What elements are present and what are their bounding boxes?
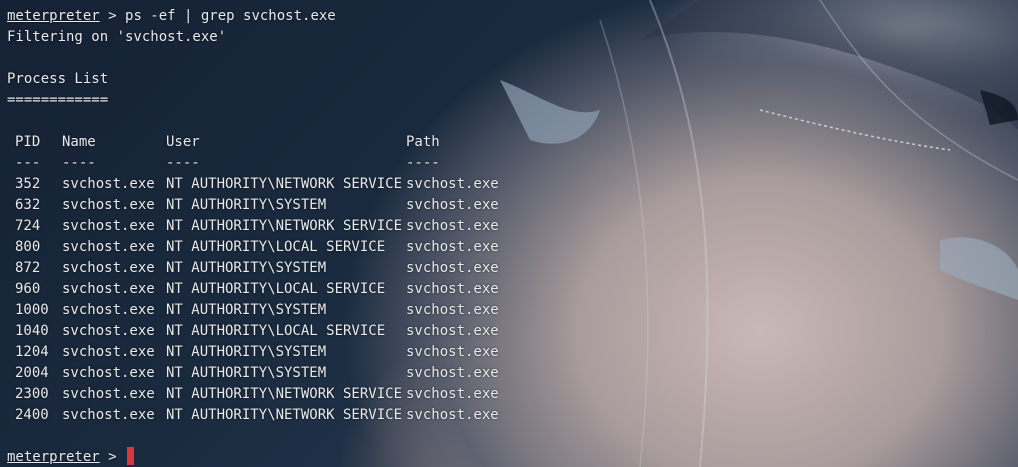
cell-path: svchost.exe [406,386,499,402]
table-row: 2300 svchost.exe NT AUTHORITY\NETWORK SERV… [15,384,1018,405]
table-row: 2004 svchost.exe NT AUTHORITY\SYSTEM svchos… [15,363,1018,384]
terminal-output[interactable]: meterpreter > ps -ef | grep svchost.exe … [7,0,1018,467]
cell-name: svchost.exe [62,239,155,255]
cell-user: NT AUTHORITY\LOCAL SERVICE [166,323,386,339]
cell-user: NT AUTHORITY\SYSTEM [166,260,327,276]
cell-user: NT AUTHORITY\LOCAL SERVICE [166,239,386,255]
cell-pid: 960 [15,281,41,297]
section-title: Process List [7,71,109,87]
cell-user: NT AUTHORITY\SYSTEM [166,344,327,360]
divider-user: ---- [166,155,200,171]
command-text: ps -ef | grep svchost.exe [125,8,336,24]
prompt-separator: > [99,8,126,24]
cell-user: NT AUTHORITY\SYSTEM [166,197,327,213]
cell-user: NT AUTHORITY\SYSTEM [166,365,327,381]
cell-user: NT AUTHORITY\LOCAL SERVICE [166,281,386,297]
cell-pid: 1040 [15,323,49,339]
table-row: 724 svchost.exe NT AUTHORITY\NETWORK SERVI… [15,216,1018,237]
cell-path: svchost.exe [406,365,499,381]
cell-pid: 872 [15,260,41,276]
divider-path: ---- [406,155,440,171]
cell-name: svchost.exe [62,281,155,297]
cell-name: svchost.exe [62,407,155,423]
prompt-separator: > [99,449,126,465]
table-row: 2400 svchost.exe NT AUTHORITY\NETWORK SERV… [15,405,1018,426]
cell-user: NT AUTHORITY\NETWORK SERVICE [166,386,403,402]
cell-path: svchost.exe [406,344,499,360]
cell-name: svchost.exe [62,197,155,213]
section-underline: ============ [7,92,109,108]
table-header: PID Name User Path [15,132,1018,153]
cell-pid: 352 [15,176,41,192]
table-row: 1204 svchost.exe NT AUTHORITY\SYSTEM svchos… [15,342,1018,363]
cell-path: svchost.exe [406,239,499,255]
cell-path: svchost.exe [406,323,499,339]
cell-pid: 2300 [15,386,49,402]
cell-path: svchost.exe [406,218,499,234]
cell-pid: 724 [15,218,41,234]
cell-name: svchost.exe [62,386,155,402]
cell-pid: 800 [15,239,41,255]
divider-pid: --- [15,155,41,171]
cell-pid: 1204 [15,344,49,360]
header-pid: PID [15,134,41,150]
text-cursor[interactable] [127,447,135,465]
table-divider: --- ---- ---- ---- [15,153,1018,174]
cell-path: svchost.exe [406,260,499,276]
cell-path: svchost.exe [406,176,499,192]
cell-name: svchost.exe [62,302,155,318]
cell-name: svchost.exe [62,218,155,234]
cell-path: svchost.exe [406,407,499,423]
cell-name: svchost.exe [62,260,155,276]
cell-pid: 2400 [15,407,49,423]
cell-path: svchost.exe [406,302,499,318]
command-line: meterpreter > ps -ef | grep svchost.exe [7,6,1018,27]
cell-path: svchost.exe [406,197,499,213]
cell-pid: 1000 [15,302,49,318]
input-line[interactable]: meterpreter > [7,447,1018,467]
cell-user: NT AUTHORITY\NETWORK SERVICE [166,407,403,423]
header-name: Name [62,134,96,150]
terminal-window[interactable]: meterpreter > ps -ef | grep svchost.exe … [0,0,1018,467]
cell-pid: 632 [15,197,41,213]
table-row: 960 svchost.exe NT AUTHORITY\LOCAL SERVICE… [15,279,1018,300]
table-row: 872 svchost.exe NT AUTHORITY\SYSTEM svchost… [15,258,1018,279]
header-user: User [166,134,200,150]
cell-user: NT AUTHORITY\SYSTEM [166,302,327,318]
cell-name: svchost.exe [62,323,155,339]
prompt-label: meterpreter [7,8,100,24]
header-path: Path [406,134,440,150]
cell-name: svchost.exe [62,344,155,360]
table-row: 1000 svchost.exe NT AUTHORITY\SYSTEM svchos… [15,300,1018,321]
table-row: 1040 svchost.exe NT AUTHORITY\LOCAL SERVIC… [15,321,1018,342]
cell-name: svchost.exe [62,176,155,192]
table-row: 800 svchost.exe NT AUTHORITY\LOCAL SERVICE… [15,237,1018,258]
cell-name: svchost.exe [62,365,155,381]
prompt-label: meterpreter [7,449,100,465]
filter-message: Filtering on 'svchost.exe' [7,29,227,45]
table-row: 352 svchost.exe NT AUTHORITY\NETWORK SERVI… [15,174,1018,195]
process-table: PID Name User Path --- ---- ---- ---- 35… [15,132,1018,426]
cell-user: NT AUTHORITY\NETWORK SERVICE [166,218,403,234]
table-row: 632 svchost.exe NT AUTHORITY\SYSTEM svchost… [15,195,1018,216]
divider-name: ---- [62,155,96,171]
cell-user: NT AUTHORITY\NETWORK SERVICE [166,176,403,192]
cell-path: svchost.exe [406,281,499,297]
cell-pid: 2004 [15,365,49,381]
